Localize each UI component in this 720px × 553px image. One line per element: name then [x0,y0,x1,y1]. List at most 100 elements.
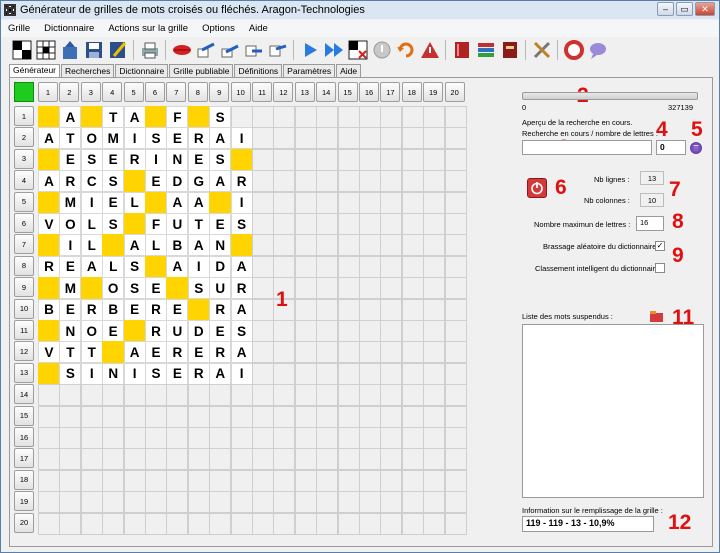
suspended-folder-icon[interactable] [650,309,663,322]
empty-cell[interactable] [423,384,446,407]
empty-cell[interactable] [359,469,381,492]
letter-cell[interactable]: I [80,191,103,214]
empty-cell[interactable] [316,213,339,235]
letter-cell[interactable]: R [145,298,167,321]
black-square[interactable] [123,320,146,342]
column-header[interactable]: 2 [59,82,80,102]
empty-cell[interactable] [444,106,467,128]
letter-cell[interactable]: E [209,320,232,342]
empty-cell[interactable] [209,448,232,471]
empty-cell[interactable] [337,362,360,385]
empty-cell[interactable] [337,148,360,171]
lips-icon[interactable] [171,40,192,61]
column-header[interactable]: 8 [187,82,208,102]
row-header[interactable]: 12 [14,341,34,362]
empty-cell[interactable] [359,298,381,321]
empty-cell[interactable] [252,255,274,278]
chat-icon[interactable] [587,40,608,61]
empty-cell[interactable] [380,298,403,321]
letter-cell[interactable]: A [209,127,232,150]
empty-cell[interactable] [209,384,232,407]
empty-cell[interactable] [252,512,274,535]
empty-cell[interactable] [273,255,296,278]
empty-cell[interactable] [316,469,339,492]
empty-cell[interactable] [102,469,125,492]
letter-cell[interactable]: L [80,213,103,235]
empty-cell[interactable] [423,277,446,300]
empty-cell[interactable] [123,469,146,492]
letter-cell[interactable]: T [187,213,210,235]
empty-cell[interactable] [187,448,210,471]
empty-cell[interactable] [252,427,274,449]
empty-cell[interactable] [401,448,424,471]
empty-cell[interactable] [273,320,296,342]
empty-cell[interactable] [401,170,424,193]
empty-cell[interactable] [380,106,403,128]
empty-cell[interactable] [316,405,339,428]
empty-cell[interactable] [166,491,189,514]
empty-cell[interactable] [337,448,360,471]
letter-cell[interactable]: R [80,298,103,321]
empty-cell[interactable] [316,170,339,193]
letter-cell[interactable]: L [145,234,167,257]
empty-cell[interactable] [252,298,274,321]
letter-cell[interactable]: A [38,127,60,150]
letter-cell[interactable]: I [123,362,146,385]
empty-cell[interactable] [145,469,167,492]
empty-cell[interactable] [380,405,403,428]
column-header[interactable]: 10 [230,82,251,102]
empty-cell[interactable] [401,427,424,449]
empty-cell[interactable] [102,427,125,449]
empty-cell[interactable] [337,277,360,300]
letter-cell[interactable]: I [80,362,103,385]
row-header[interactable]: 4 [14,170,34,191]
empty-cell[interactable] [273,491,296,514]
letter-cell[interactable]: O [80,127,103,150]
empty-cell[interactable] [423,234,446,257]
letter-cell[interactable]: A [230,298,253,321]
empty-cell[interactable] [252,170,274,193]
empty-cell[interactable] [102,384,125,407]
empty-cell[interactable] [316,106,339,128]
black-square[interactable] [38,191,60,214]
search-field[interactable] [522,140,652,155]
letter-cell[interactable]: N [59,320,82,342]
empty-cell[interactable] [123,405,146,428]
empty-cell[interactable] [337,213,360,235]
fast-forward-icon[interactable] [323,40,344,61]
empty-cell[interactable] [294,277,317,300]
empty-cell[interactable] [294,106,317,128]
letter-cell[interactable]: O [80,320,103,342]
empty-cell[interactable] [380,127,403,150]
letter-cell[interactable]: A [38,170,60,193]
menu-options[interactable]: Options [195,23,242,34]
letter-cell[interactable]: A [230,341,253,364]
empty-cell[interactable] [337,320,360,342]
black-square[interactable] [145,106,167,128]
letter-cell[interactable]: A [209,362,232,385]
empty-cell[interactable] [444,170,467,193]
empty-cell[interactable] [359,277,381,300]
empty-cell[interactable] [252,213,274,235]
row-header[interactable]: 19 [14,491,34,512]
empty-cell[interactable] [294,448,317,471]
menu-actions[interactable]: Actions sur la grille [101,23,195,34]
empty-cell[interactable] [294,384,317,407]
empty-cell[interactable] [316,255,339,278]
column-header[interactable]: 5 [123,82,144,102]
empty-cell[interactable] [102,448,125,471]
empty-cell[interactable] [187,427,210,449]
empty-cell[interactable] [359,170,381,193]
empty-cell[interactable] [80,405,103,428]
column-header[interactable]: 19 [423,82,444,102]
empty-cell[interactable] [80,384,103,407]
save-icon[interactable] [83,40,104,61]
black-square[interactable] [187,106,210,128]
empty-cell[interactable] [252,234,274,257]
black-square[interactable] [209,191,232,214]
empty-cell[interactable] [209,405,232,428]
empty-cell[interactable] [294,491,317,514]
empty-cell[interactable] [337,106,360,128]
empty-cell[interactable] [380,362,403,385]
empty-cell[interactable] [38,384,60,407]
